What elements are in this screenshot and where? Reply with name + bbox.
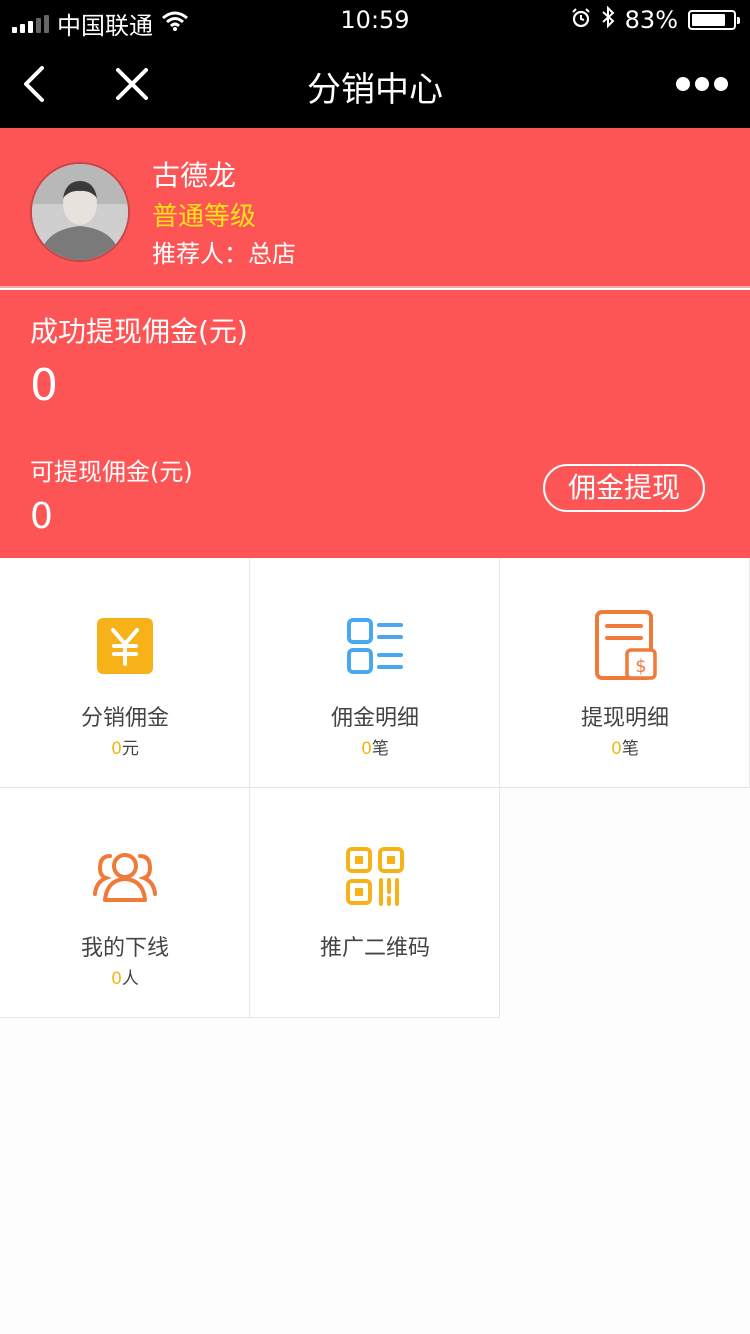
nav-bar: 分销中心 (0, 40, 750, 128)
grid-item-label: 佣金明细 (330, 706, 419, 731)
available-commission-label: 可提现佣金(元) (30, 458, 193, 486)
available-commission-value: 0 (30, 496, 53, 537)
count-value: 0 (611, 739, 622, 759)
users-icon (93, 846, 157, 906)
count-unit: 元 (121, 739, 139, 759)
commission-summary: 成功提现佣金(元) 0 可提现佣金(元) 0 佣金提现 (0, 290, 750, 558)
user-name: 古德龙 (152, 159, 237, 192)
avatar[interactable] (30, 162, 130, 262)
grid-item-count: 0笔 (500, 734, 750, 759)
success-commission-value: 0 (30, 360, 58, 411)
profile-header: 古德龙 普通等级 推荐人：总店 (0, 128, 750, 288)
bluetooth-icon (601, 5, 615, 34)
grid-item-distribution-commission[interactable]: 分销佣金 0元 (0, 558, 250, 788)
success-commission-label: 成功提现佣金(元) (30, 315, 248, 348)
user-level: 普通等级 (152, 202, 257, 232)
svg-text:$: $ (635, 656, 646, 677)
count-value: 0 (361, 739, 372, 759)
grid-item-label: 提现明细 (580, 706, 669, 731)
grid-item-count: 0笔 (250, 734, 500, 759)
yuan-icon (95, 616, 155, 676)
grid-item-label: 分销佣金 (80, 706, 169, 731)
grid-item-commission-detail[interactable]: 佣金明细 0笔 (250, 558, 500, 788)
grid-item-my-downline[interactable]: 我的下线 0人 (0, 788, 250, 1018)
referrer-text: 推荐人：总店 (152, 240, 296, 268)
battery-percent: 83% (624, 6, 678, 34)
count-unit: 笔 (621, 739, 639, 759)
grid-item-count: 0人 (0, 964, 250, 989)
battery-icon (688, 10, 740, 30)
count-value: 0 (111, 969, 122, 989)
count-unit: 笔 (371, 739, 389, 759)
grid-item-label: 推广二维码 (319, 936, 430, 961)
qrcode-icon (345, 846, 405, 906)
withdraw-record-icon: $ (595, 610, 657, 680)
grid-item-promo-qrcode[interactable]: 推广二维码 (250, 788, 500, 1018)
count-unit: 人 (121, 969, 139, 989)
more-icon[interactable] (676, 70, 728, 98)
alarm-icon (571, 6, 591, 34)
grid-item-label: 我的下线 (80, 936, 169, 961)
list-icon (345, 616, 405, 676)
count-value: 0 (111, 739, 122, 759)
status-bar: 中国联通 10:59 83% (0, 0, 750, 40)
grid-item-count: 0元 (0, 734, 250, 759)
page-title: 分销中心 (307, 70, 443, 110)
withdraw-button[interactable]: 佣金提现 (543, 464, 705, 512)
grid-item-withdraw-detail[interactable]: $ 提现明细 0笔 (500, 558, 750, 788)
status-right: 83% (571, 5, 740, 34)
